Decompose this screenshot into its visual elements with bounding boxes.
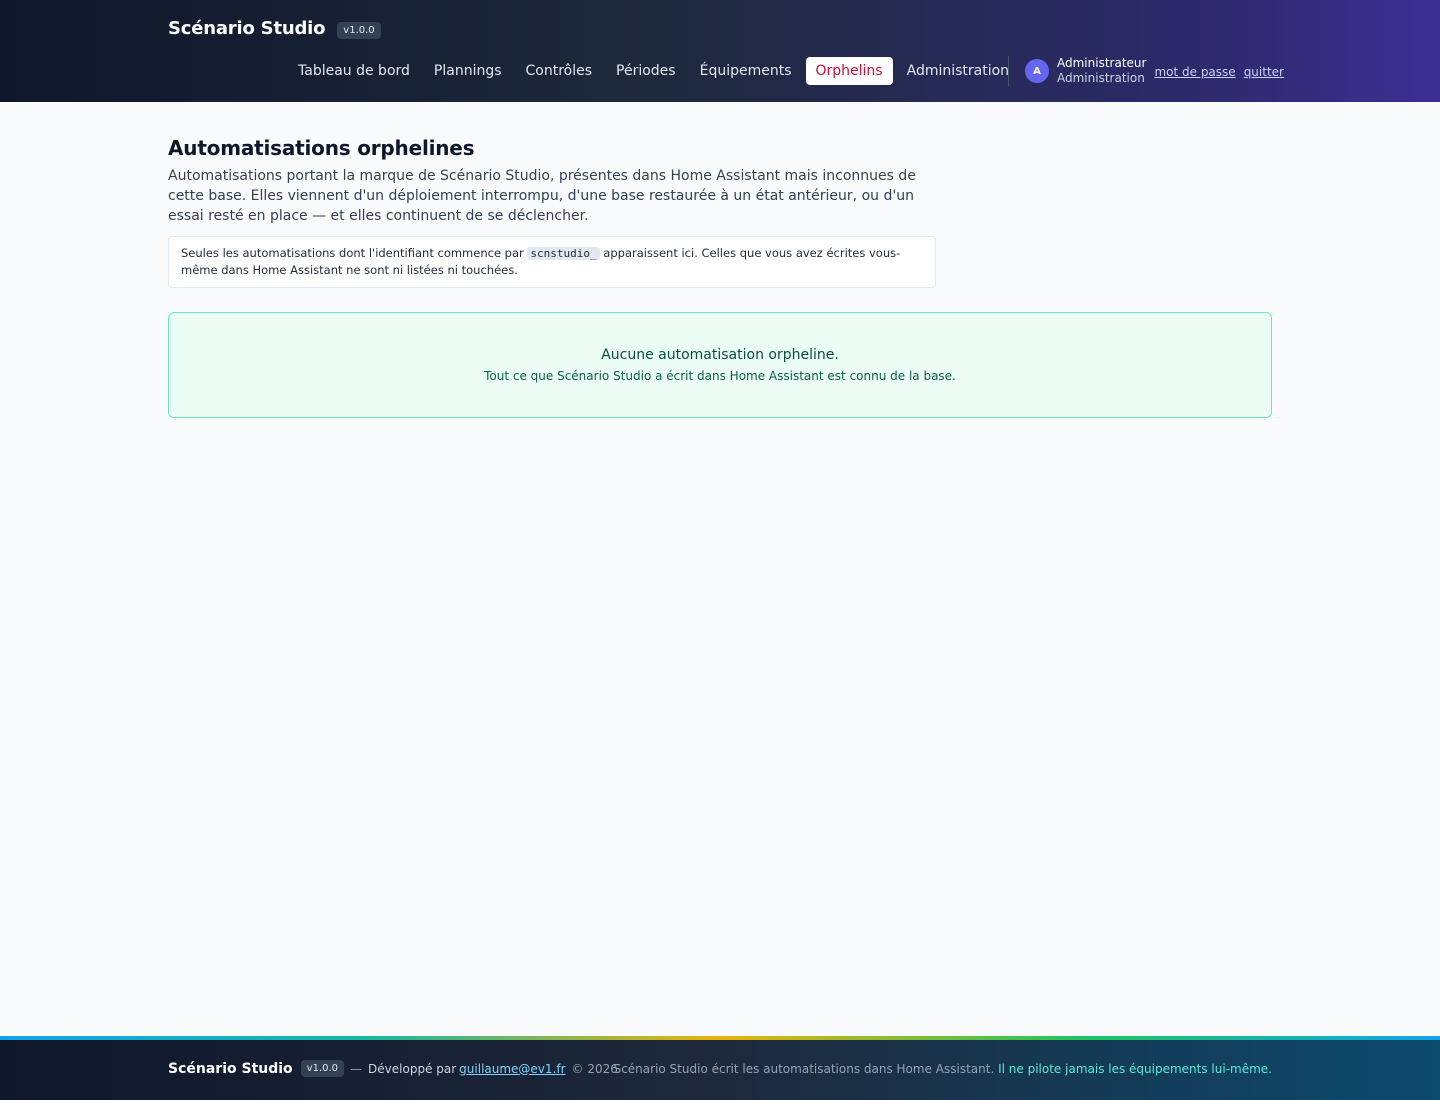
nav-item-periodes[interactable]: Périodes [606,57,686,85]
user-menu: A Administrateur Administration mot de p… [1025,56,1284,86]
footer-stripe [0,1036,1440,1040]
page-title: Automatisations orphelines [168,136,475,160]
footer-email-link[interactable]: guillaume@ev1.fr [459,1062,565,1076]
user-info: Administrateur Administration [1057,56,1146,86]
footer-brand: Scénario Studio [168,1060,293,1077]
nav-item-equipements[interactable]: Équipements [690,57,802,85]
empty-state-title: Aucune automatisation orpheline. [601,347,839,363]
main-content: Automatisations orphelines Automatisatio… [168,136,1272,418]
main-nav: Tableau de bord Plannings Contrôles Péri… [288,56,1023,86]
logout-link[interactable]: quitter [1244,65,1284,79]
page-description: Automatisations portant la marque de Scé… [168,168,916,224]
avatar: A [1025,59,1049,83]
user-role: Administration [1057,71,1145,85]
footer-dash: — [350,1061,363,1076]
brand-name[interactable]: Scénario Studio [168,18,325,39]
footer-version-badge: v1.0.0 [300,1060,345,1077]
app-footer: Scénario Studio v1.0.0 — Développé par g… [0,1036,1440,1100]
user-name: Administrateur [1057,56,1147,70]
empty-state-subtitle: Tout ce que Scénario Studio a écrit dans… [484,369,956,383]
password-link[interactable]: mot de passe [1154,65,1235,79]
nav-divider [1008,56,1009,86]
version-badge: v1.0.0 [337,21,381,39]
nav-item-controles[interactable]: Contrôles [516,57,603,85]
footer-left: Scénario Studio v1.0.0 — Développé par g… [168,1060,618,1077]
app-header: Scénario Studio v1.0.0 Tableau de bord P… [0,0,1440,102]
nav-item-tableau-de-bord[interactable]: Tableau de bord [288,57,420,85]
footer-copyright: © 2026 [571,1061,618,1076]
nav-item-orphelins[interactable]: Orphelins [805,57,893,85]
footer-info: Scénario Studio écrit les automatisation… [613,1062,995,1076]
footer-developed-by: Développé par [368,1061,457,1076]
user-links: mot de passe quitter [1154,65,1284,79]
footer-accent: Il ne pilote jamais les équipements lui-… [998,1062,1272,1076]
empty-state: Aucune automatisation orpheline. Tout ce… [168,312,1272,418]
footer-right: Scénario Studio écrit les automatisation… [614,1062,1272,1076]
brand[interactable]: Scénario Studio v1.0.0 [168,18,381,39]
nav-item-plannings[interactable]: Plannings [424,57,512,85]
note-text-before: Seules les automatisations dont l'identi… [181,246,528,260]
nav-item-administration[interactable]: Administration [897,57,1019,85]
prefix-code: scnstudio_ [527,247,600,260]
info-note: Seules les automatisations dont l'identi… [168,236,936,288]
